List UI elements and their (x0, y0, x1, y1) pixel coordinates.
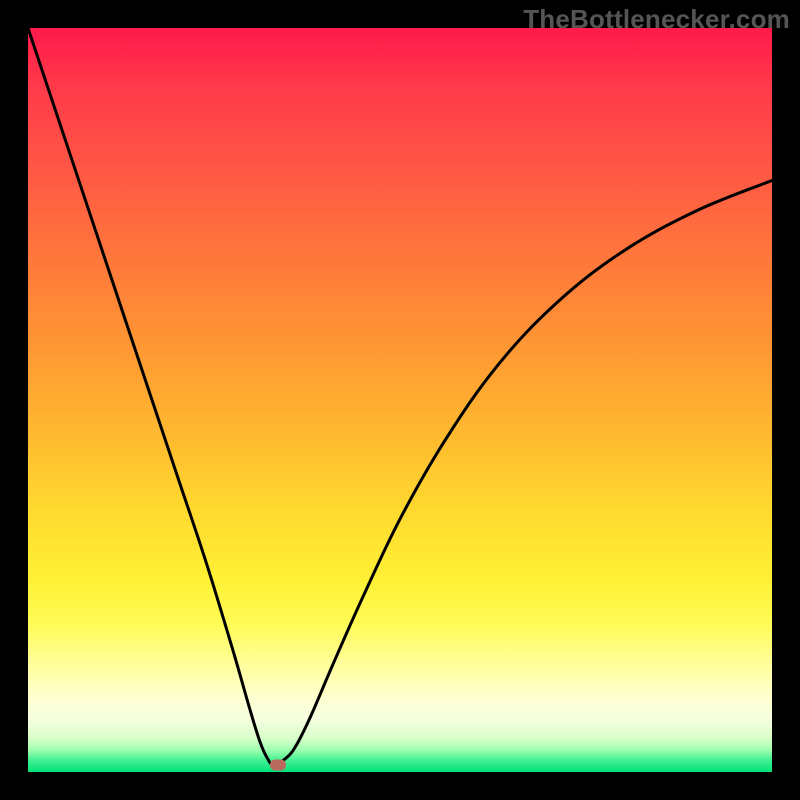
attribution-label: TheBottlenecker.com (523, 4, 790, 35)
chart-frame: TheBottlenecker.com (0, 0, 800, 800)
curve-layer (28, 28, 772, 772)
optimal-point-marker (270, 759, 286, 770)
plot-area (28, 28, 772, 772)
bottleneck-curve (28, 28, 772, 765)
